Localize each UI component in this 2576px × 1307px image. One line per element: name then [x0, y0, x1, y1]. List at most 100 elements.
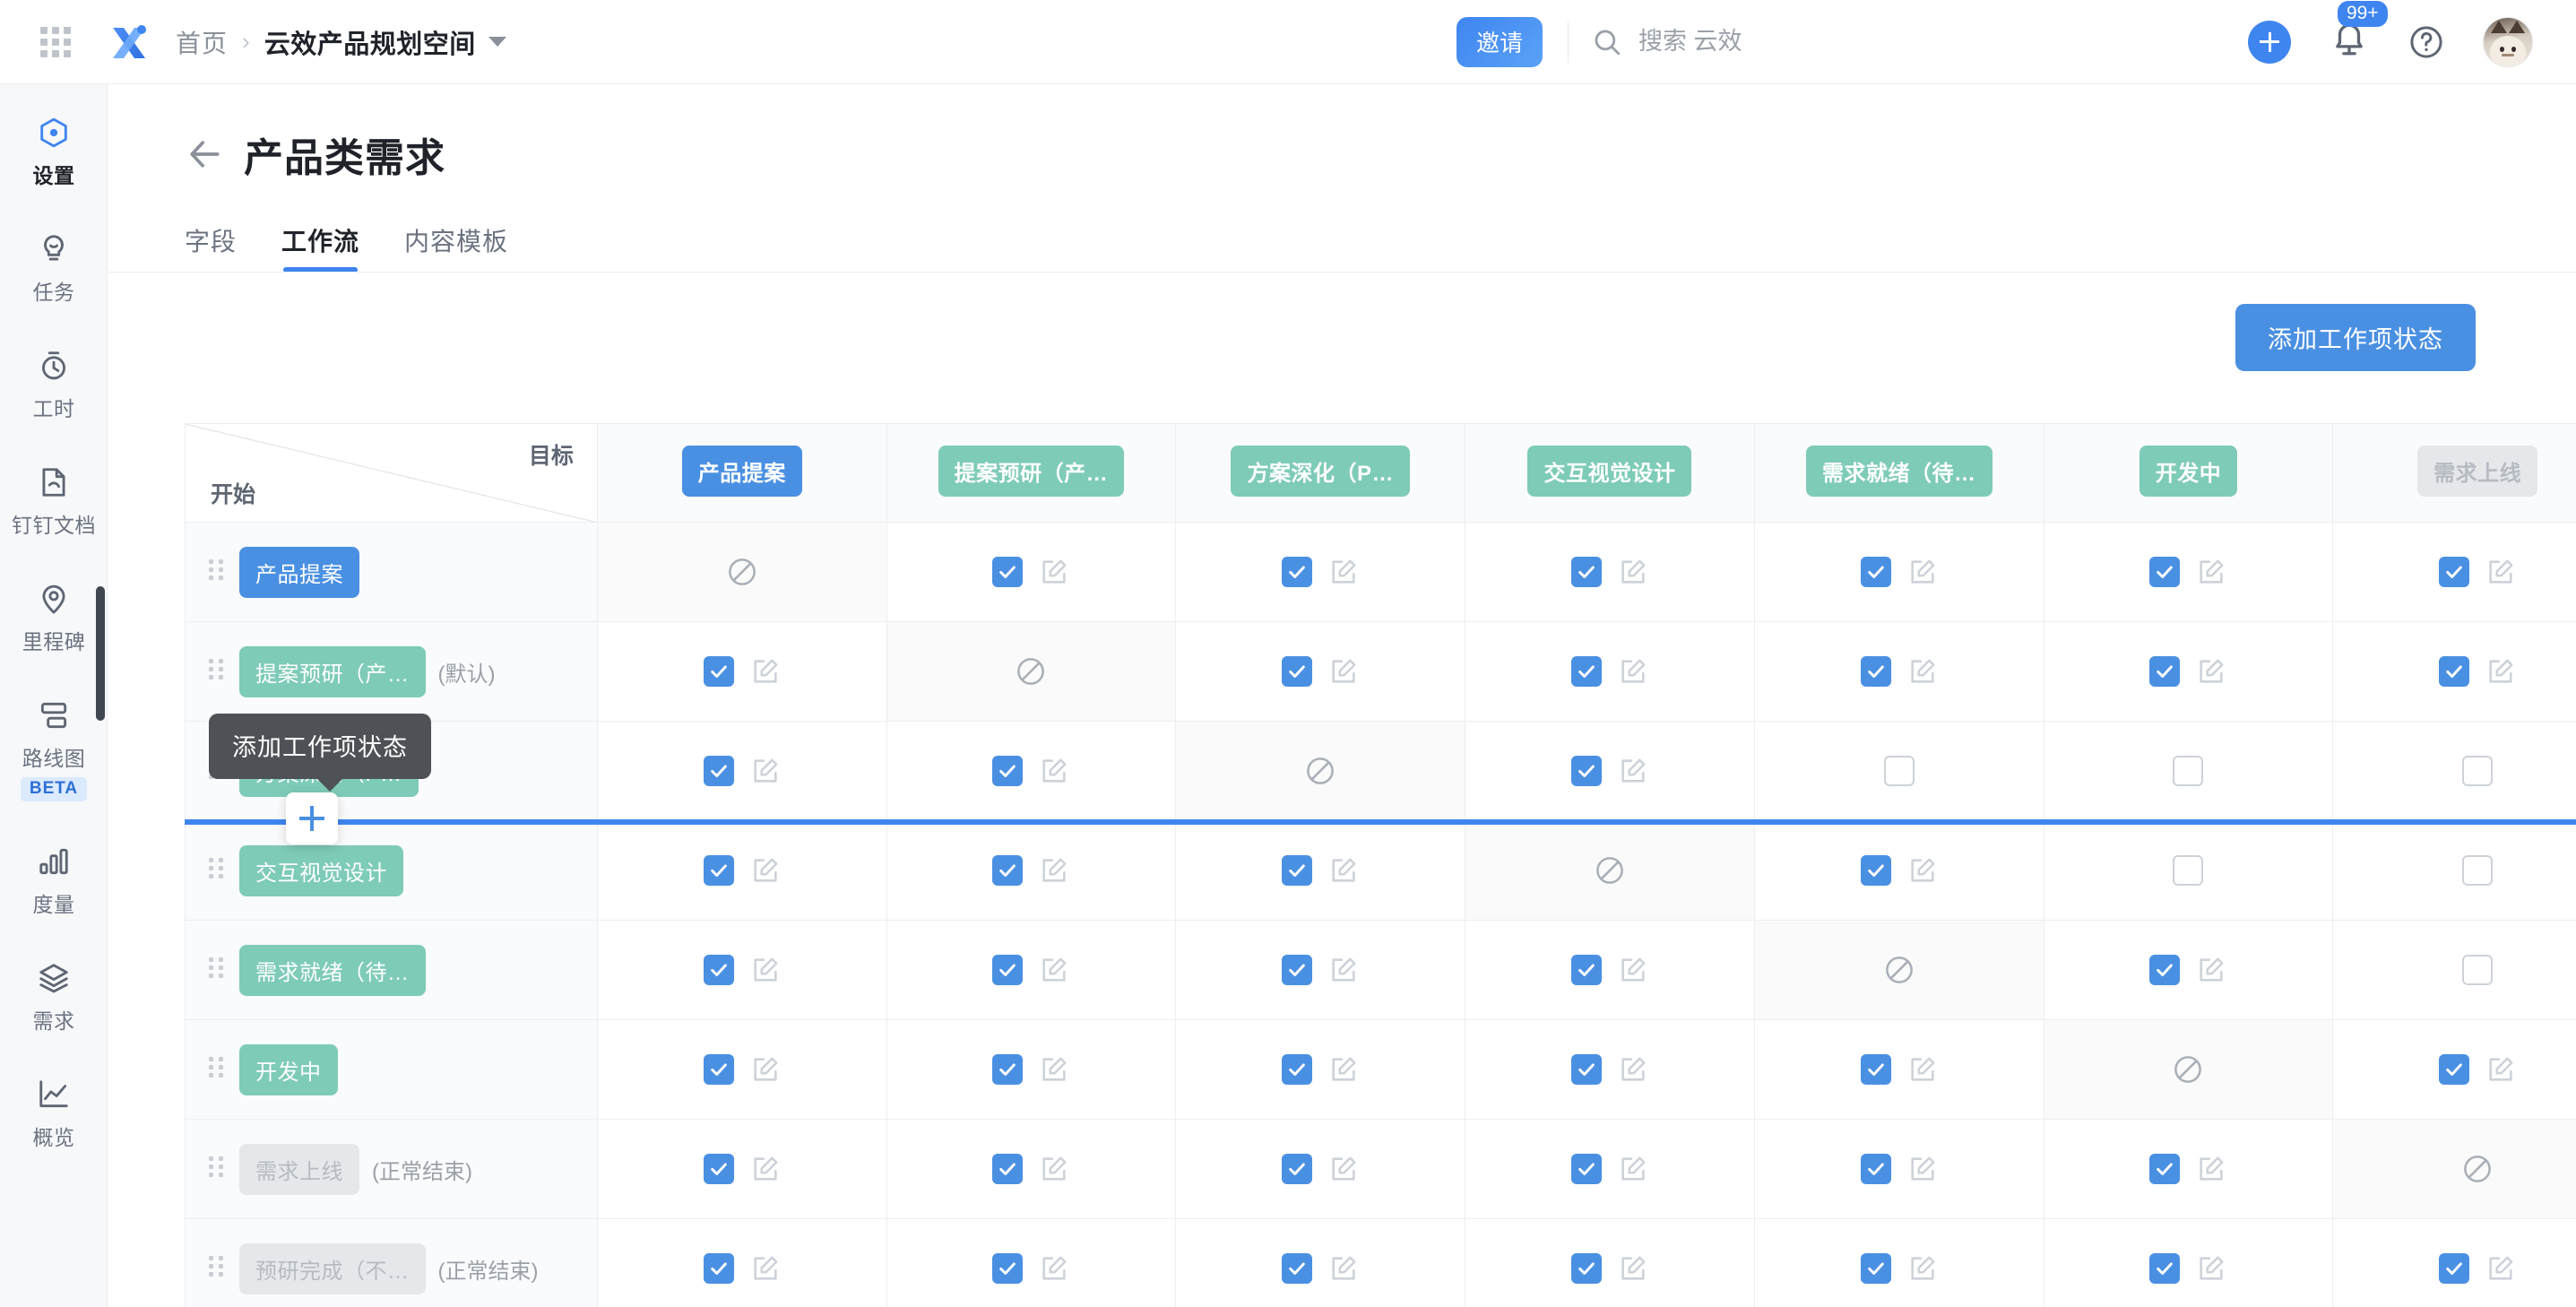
- back-arrow-icon[interactable]: [185, 134, 224, 174]
- matrix-cell-1-3[interactable]: [1465, 621, 1755, 722]
- edit-pencil-icon[interactable]: [1618, 557, 1648, 587]
- checkbox-checked-icon[interactable]: [1282, 955, 1313, 985]
- row-status-tag[interactable]: 预研完成（不…: [239, 1242, 426, 1294]
- drag-handle-icon[interactable]: [209, 1156, 223, 1181]
- matrix-cell-6-2[interactable]: [1175, 1119, 1466, 1219]
- breadcrumb-home[interactable]: 首页: [176, 24, 228, 60]
- matrix-cell-7-2[interactable]: [1175, 1218, 1466, 1307]
- checkbox-checked-icon[interactable]: [1570, 955, 1602, 985]
- matrix-cell-5-4[interactable]: [1754, 1019, 2044, 1120]
- row-status-tag[interactable]: 交互视觉设计: [239, 844, 403, 896]
- checkbox-checked-icon[interactable]: [992, 557, 1024, 587]
- matrix-cell-7-3[interactable]: [1465, 1218, 1755, 1307]
- checkbox-unchecked-icon[interactable]: [1883, 756, 1915, 786]
- edit-pencil-icon[interactable]: [750, 955, 781, 985]
- edit-pencil-icon[interactable]: [2196, 1253, 2226, 1284]
- breadcrumb-workspace[interactable]: 云效产品规划空间: [264, 23, 476, 61]
- matrix-cell-4-3[interactable]: [1465, 920, 1755, 1020]
- row-status-tag[interactable]: 需求就绪（待…: [239, 944, 426, 996]
- edit-pencil-icon[interactable]: [750, 656, 781, 687]
- checkbox-checked-icon[interactable]: [2149, 557, 2181, 587]
- edit-pencil-icon[interactable]: [750, 855, 781, 886]
- tab-1[interactable]: 工作流: [281, 222, 359, 273]
- drag-handle-icon[interactable]: [209, 1256, 223, 1281]
- sidebar-item-7[interactable]: 任务: [0, 219, 108, 317]
- edit-pencil-icon[interactable]: [2485, 656, 2516, 687]
- notification-bell-icon[interactable]: 99+: [2330, 1, 2388, 63]
- edit-pencil-icon[interactable]: [1618, 1054, 1648, 1085]
- edit-pencil-icon[interactable]: [2196, 955, 2226, 985]
- edit-pencil-icon[interactable]: [1328, 1054, 1359, 1085]
- checkbox-checked-icon[interactable]: [2439, 1054, 2470, 1085]
- matrix-cell-5-3[interactable]: [1465, 1019, 1755, 1120]
- matrix-cell-0-1[interactable]: [886, 522, 1177, 622]
- matrix-cell-3-6[interactable]: [2332, 820, 2576, 921]
- edit-pencil-icon[interactable]: [1328, 855, 1359, 886]
- edit-pencil-icon[interactable]: [1618, 955, 1648, 985]
- checkbox-checked-icon[interactable]: [2149, 955, 2181, 985]
- edit-pencil-icon[interactable]: [2485, 1054, 2516, 1085]
- matrix-cell-2-0[interactable]: [597, 721, 887, 821]
- edit-pencil-icon[interactable]: [1907, 1154, 1938, 1184]
- tab-0[interactable]: 字段: [185, 222, 237, 273]
- user-avatar-cat[interactable]: [2483, 16, 2533, 67]
- checkbox-checked-icon[interactable]: [1282, 1154, 1313, 1184]
- matrix-cell-4-0[interactable]: [597, 920, 887, 1020]
- edit-pencil-icon[interactable]: [1039, 1253, 1069, 1284]
- matrix-cell-4-1[interactable]: [886, 920, 1177, 1020]
- column-status-tag[interactable]: 需求就绪（待…: [1806, 445, 1993, 497]
- column-status-tag[interactable]: 产品提案: [681, 445, 802, 497]
- edit-pencil-icon[interactable]: [1907, 1054, 1938, 1085]
- matrix-cell-6-3[interactable]: [1465, 1119, 1755, 1219]
- checkbox-checked-icon[interactable]: [1282, 1054, 1313, 1085]
- matrix-cell-7-4[interactable]: [1754, 1218, 2044, 1307]
- edit-pencil-icon[interactable]: [2196, 557, 2226, 587]
- drag-handle-icon[interactable]: [209, 659, 223, 684]
- checkbox-checked-icon[interactable]: [2149, 1154, 2181, 1184]
- edit-pencil-icon[interactable]: [750, 1253, 781, 1284]
- edit-pencil-icon[interactable]: [750, 1154, 781, 1184]
- sidebar-item-4[interactable]: 里程碑: [0, 568, 108, 667]
- checkbox-checked-icon[interactable]: [992, 756, 1024, 786]
- edit-pencil-icon[interactable]: [1618, 1154, 1648, 1184]
- column-status-tag[interactable]: 交互视觉设计: [1527, 445, 1692, 497]
- edit-pencil-icon[interactable]: [2485, 557, 2516, 587]
- edit-pencil-icon[interactable]: [1328, 1253, 1359, 1284]
- matrix-cell-5-1[interactable]: [886, 1019, 1177, 1120]
- matrix-cell-2-1[interactable]: [886, 721, 1177, 821]
- edit-pencil-icon[interactable]: [1039, 756, 1069, 786]
- checkbox-checked-icon[interactable]: [703, 855, 734, 886]
- matrix-cell-5-6[interactable]: [2332, 1019, 2576, 1120]
- checkbox-checked-icon[interactable]: [1860, 656, 1891, 687]
- matrix-cell-0-2[interactable]: [1175, 522, 1466, 622]
- checkbox-checked-icon[interactable]: [992, 1253, 1024, 1284]
- matrix-cell-5-0[interactable]: [597, 1019, 887, 1120]
- add-row-plus-icon[interactable]: [286, 792, 338, 844]
- row-status-tag[interactable]: 需求上线: [239, 1143, 359, 1195]
- chevron-down-icon[interactable]: [488, 37, 506, 47]
- matrix-cell-2-3[interactable]: [1465, 721, 1755, 821]
- checkbox-unchecked-icon[interactable]: [2173, 756, 2204, 786]
- matrix-cell-3-2[interactable]: [1175, 820, 1466, 921]
- drag-handle-icon[interactable]: [209, 858, 223, 883]
- plus-icon[interactable]: [2248, 20, 2291, 64]
- sidebar-item-5[interactable]: 钉钉文档: [0, 452, 108, 550]
- checkbox-unchecked-icon[interactable]: [2173, 855, 2204, 886]
- edit-pencil-icon[interactable]: [750, 756, 781, 786]
- matrix-cell-3-1[interactable]: [886, 820, 1177, 921]
- matrix-cell-2-6[interactable]: [2332, 721, 2576, 821]
- matrix-cell-0-3[interactable]: [1465, 522, 1755, 622]
- checkbox-checked-icon[interactable]: [1570, 1253, 1602, 1284]
- checkbox-checked-icon[interactable]: [2149, 1253, 2181, 1284]
- checkbox-unchecked-icon[interactable]: [2462, 855, 2494, 886]
- edit-pencil-icon[interactable]: [1328, 557, 1359, 587]
- edit-pencil-icon[interactable]: [1618, 656, 1648, 687]
- edit-pencil-icon[interactable]: [1907, 557, 1938, 587]
- matrix-cell-6-1[interactable]: [886, 1119, 1177, 1219]
- sidebar-item-2[interactable]: 度量: [0, 831, 108, 930]
- column-status-tag[interactable]: 需求上线: [2417, 445, 2538, 497]
- checkbox-checked-icon[interactable]: [2439, 656, 2470, 687]
- checkbox-checked-icon[interactable]: [703, 955, 734, 985]
- checkbox-checked-icon[interactable]: [1282, 557, 1313, 587]
- checkbox-unchecked-icon[interactable]: [2462, 756, 2494, 786]
